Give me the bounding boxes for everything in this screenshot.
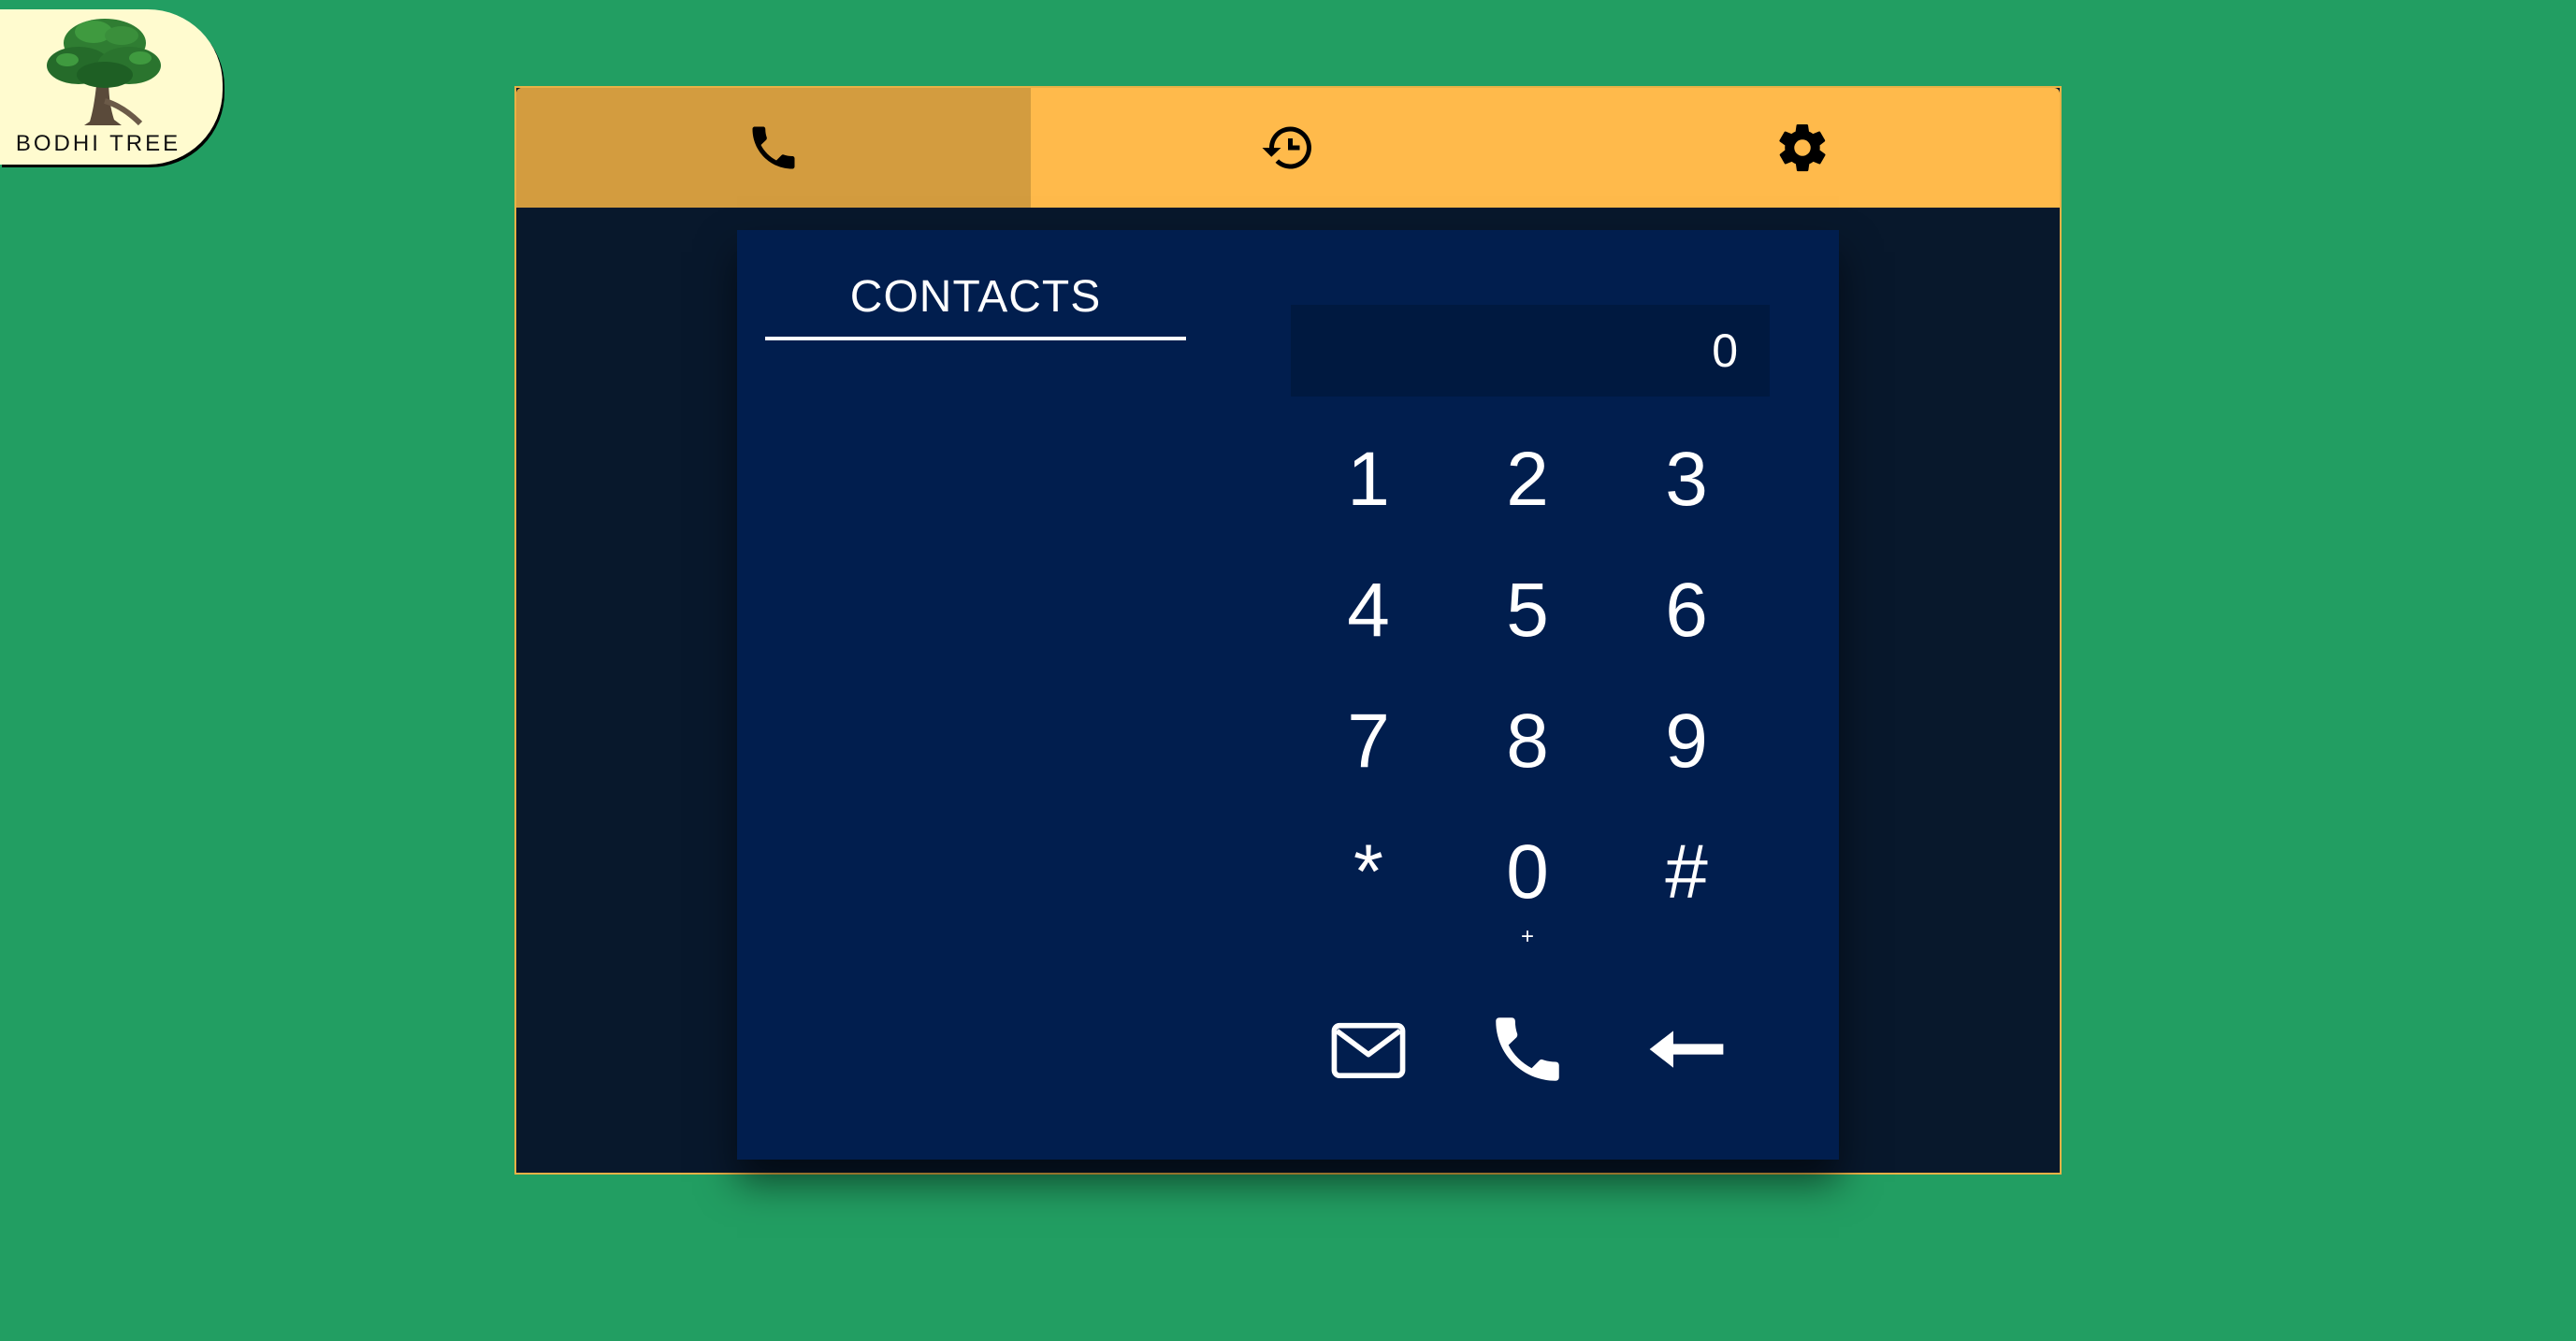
- key-digit: 9: [1665, 699, 1708, 784]
- key-digit: 3: [1665, 437, 1708, 522]
- key-4[interactable]: 4: [1308, 559, 1429, 662]
- key-7[interactable]: 7: [1308, 690, 1429, 793]
- message-button[interactable]: [1308, 1002, 1429, 1096]
- logo-text: BODHI TREE: [15, 131, 181, 156]
- dialer-panel: CONTACTS 0 1 2 3 4 5 6 7 8 9 * 0 + #: [737, 230, 1839, 1160]
- backspace-button[interactable]: [1626, 1002, 1747, 1096]
- app-window: CONTACTS 0 1 2 3 4 5 6 7 8 9 * 0 + #: [514, 86, 2062, 1175]
- phone-icon: [752, 126, 795, 169]
- key-digit: 8: [1506, 699, 1549, 784]
- backspace-arrow-icon: [1649, 1031, 1724, 1068]
- key-digit: *: [1353, 829, 1383, 915]
- tab-bar: [516, 88, 2060, 208]
- key-1[interactable]: 1: [1308, 428, 1429, 531]
- key-2[interactable]: 2: [1467, 428, 1588, 531]
- key-3[interactable]: 3: [1626, 428, 1747, 531]
- contacts-title: CONTACTS: [849, 272, 1102, 322]
- gear-icon: [1779, 123, 1826, 172]
- contacts-underline: [765, 337, 1186, 340]
- key-0[interactable]: 0 +: [1467, 821, 1588, 950]
- number-display[interactable]: 0: [1291, 305, 1770, 397]
- key-digit: 2: [1506, 437, 1549, 522]
- key-digit: 1: [1347, 437, 1390, 522]
- tab-dialer[interactable]: [516, 88, 1031, 208]
- key-digit: 5: [1506, 568, 1549, 653]
- key-subtext-plus: +: [1520, 924, 1534, 949]
- key-5[interactable]: 5: [1467, 559, 1588, 662]
- key-star[interactable]: *: [1308, 821, 1429, 924]
- tab-settings[interactable]: [1545, 88, 2060, 208]
- call-button[interactable]: [1467, 1002, 1588, 1096]
- envelope-icon: [1331, 1022, 1406, 1078]
- key-digit: 7: [1347, 699, 1390, 784]
- key-9[interactable]: 9: [1626, 690, 1747, 793]
- history-icon: [1262, 126, 1311, 169]
- key-digit: 6: [1665, 568, 1708, 653]
- logo: BODHI TREE: [0, 9, 223, 165]
- key-6[interactable]: 6: [1626, 559, 1747, 662]
- phone-icon: [1496, 1017, 1559, 1081]
- bodhi-tree-logo: [47, 19, 161, 126]
- key-hash[interactable]: #: [1626, 821, 1747, 924]
- key-digit: 4: [1347, 568, 1390, 653]
- key-8[interactable]: 8: [1467, 690, 1588, 793]
- tab-history[interactable]: [1031, 88, 1545, 208]
- key-digit: 0: [1506, 829, 1549, 915]
- key-digit: #: [1665, 829, 1708, 915]
